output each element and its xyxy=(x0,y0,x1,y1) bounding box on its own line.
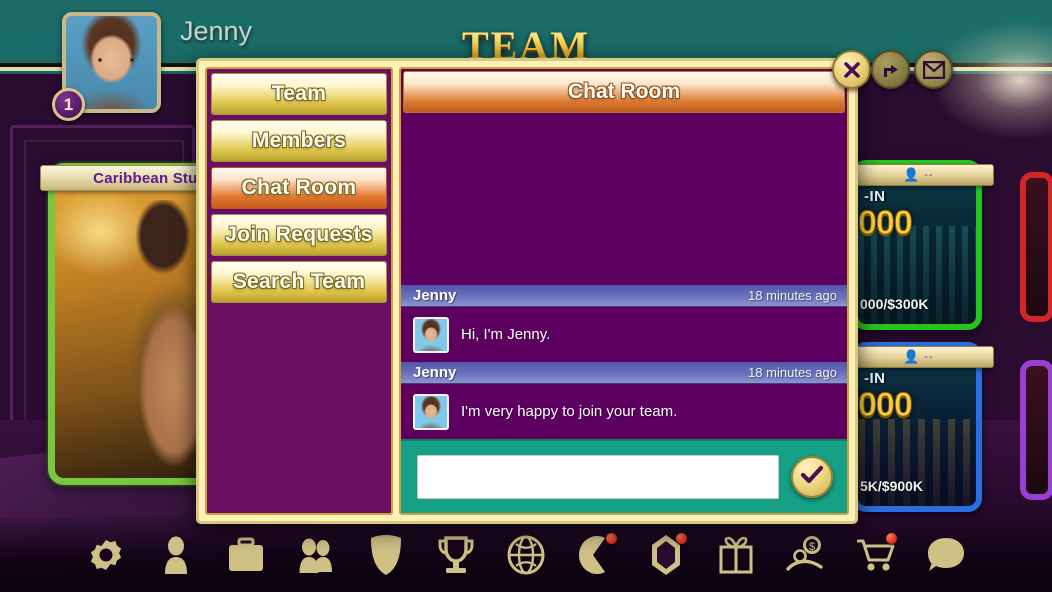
chat-message: Jenny 18 minutes ago I'm very happy to j… xyxy=(401,362,847,439)
chat-room-header: Chat Room xyxy=(403,71,845,113)
menu-item-join-requests[interactable]: Join Requests xyxy=(211,214,387,256)
toolbar-item-shop[interactable] xyxy=(853,532,899,578)
share-button[interactable] xyxy=(871,50,910,89)
buyin-label: -IN xyxy=(864,370,886,387)
chat-message-header: Jenny 18 minutes ago xyxy=(401,285,847,307)
woman-illustration xyxy=(93,200,206,478)
hand-coin-icon: $ xyxy=(786,536,826,574)
toolbar-item-settings[interactable] xyxy=(83,532,129,578)
toolbar-item-chat[interactable] xyxy=(923,532,969,578)
buyin-label: -IN xyxy=(864,188,886,205)
chat-message-input[interactable] xyxy=(417,455,779,499)
background-game-card-side-purple[interactable] xyxy=(1020,360,1052,500)
toolbar-item-profile[interactable] xyxy=(153,532,199,578)
people-icon xyxy=(296,535,336,575)
gear-icon xyxy=(86,535,126,575)
toolbar-item-games[interactable] xyxy=(573,532,619,578)
globe-icon xyxy=(506,535,546,575)
notification-badge xyxy=(676,533,687,544)
seat-count: -- xyxy=(924,169,934,181)
level-badge: 1 xyxy=(52,88,85,121)
toolbar-item-gems[interactable] xyxy=(643,532,689,578)
shield-icon xyxy=(369,534,403,576)
svg-text:$: $ xyxy=(809,541,815,553)
avatar-portrait xyxy=(415,395,447,428)
stakes-label: 000/$300K xyxy=(860,296,929,312)
notification-badge xyxy=(886,533,897,544)
background-game-card-side-red[interactable] xyxy=(1020,172,1052,322)
menu-empty-space xyxy=(211,308,387,509)
seat-count: -- xyxy=(924,351,934,363)
chat-message-header: Jenny 18 minutes ago xyxy=(401,362,847,384)
menu-item-chat-room[interactable]: Chat Room xyxy=(211,167,387,209)
chat-message-sender: Jenny xyxy=(413,287,457,304)
stakes-label: 5K/$900K xyxy=(860,478,924,494)
briefcase-icon xyxy=(226,537,266,573)
person-icon: 👤 xyxy=(903,349,920,364)
toolbar-item-world[interactable] xyxy=(503,532,549,578)
chat-room-panel: Chat Room Jenny 18 minutes ago Hi, I'm J… xyxy=(399,67,849,515)
game-card-seat-header: 👤 -- xyxy=(846,346,994,368)
avatar-portrait xyxy=(415,318,447,351)
chat-message-text: Hi, I'm Jenny. xyxy=(461,326,551,343)
close-icon xyxy=(842,60,862,80)
buyin-amount: 000 xyxy=(858,386,913,425)
mail-icon xyxy=(922,60,945,79)
chat-input-bar xyxy=(401,439,847,513)
checkmark-icon xyxy=(800,465,824,490)
speech-bubble-icon xyxy=(926,536,966,574)
close-button[interactable] xyxy=(832,50,871,89)
send-message-button[interactable] xyxy=(791,456,833,498)
bottom-toolbar: $ xyxy=(0,518,1052,592)
person-icon: 👤 xyxy=(903,167,920,182)
chat-message-time: 18 minutes ago xyxy=(748,288,837,303)
background-game-card-caribbean-stud[interactable] xyxy=(48,163,213,485)
menu-item-search-team[interactable]: Search Team xyxy=(211,261,387,303)
team-menu: Team Members Chat Room Join Requests Sea… xyxy=(205,67,393,515)
chat-message-sender: Jenny xyxy=(413,364,457,381)
share-icon xyxy=(881,60,901,80)
menu-item-team[interactable]: Team xyxy=(211,73,387,115)
toolbar-item-inventory[interactable] xyxy=(223,532,269,578)
buyin-amount: 000 xyxy=(858,204,913,243)
menu-item-members[interactable]: Members xyxy=(211,120,387,162)
chat-message-text: I'm very happy to join your team. xyxy=(461,403,678,420)
game-card-seat-header: 👤 -- xyxy=(846,164,994,186)
chat-message-body: Hi, I'm Jenny. xyxy=(401,307,847,362)
gift-icon xyxy=(717,535,755,575)
chat-message-time: 18 minutes ago xyxy=(748,365,837,380)
notification-badge xyxy=(606,533,617,544)
person-icon xyxy=(159,535,193,575)
toolbar-item-leaderboard[interactable] xyxy=(433,532,479,578)
trophy-icon xyxy=(437,535,475,575)
mail-button[interactable] xyxy=(914,50,953,89)
toolbar-item-gifts[interactable] xyxy=(713,532,759,578)
toolbar-item-friends[interactable] xyxy=(293,532,339,578)
chat-message-list[interactable]: Jenny 18 minutes ago Hi, I'm Jenny. Jenn… xyxy=(401,113,847,439)
chat-message: Jenny 18 minutes ago Hi, I'm Jenny. xyxy=(401,285,847,362)
chat-message-body: I'm very happy to join your team. xyxy=(401,384,847,439)
chat-message-avatar[interactable] xyxy=(413,316,449,353)
chat-message-avatar[interactable] xyxy=(413,393,449,430)
toolbar-item-clan[interactable] xyxy=(363,532,409,578)
toolbar-item-bonus[interactable]: $ xyxy=(783,532,829,578)
team-panel: Team Members Chat Room Join Requests Sea… xyxy=(196,58,858,524)
